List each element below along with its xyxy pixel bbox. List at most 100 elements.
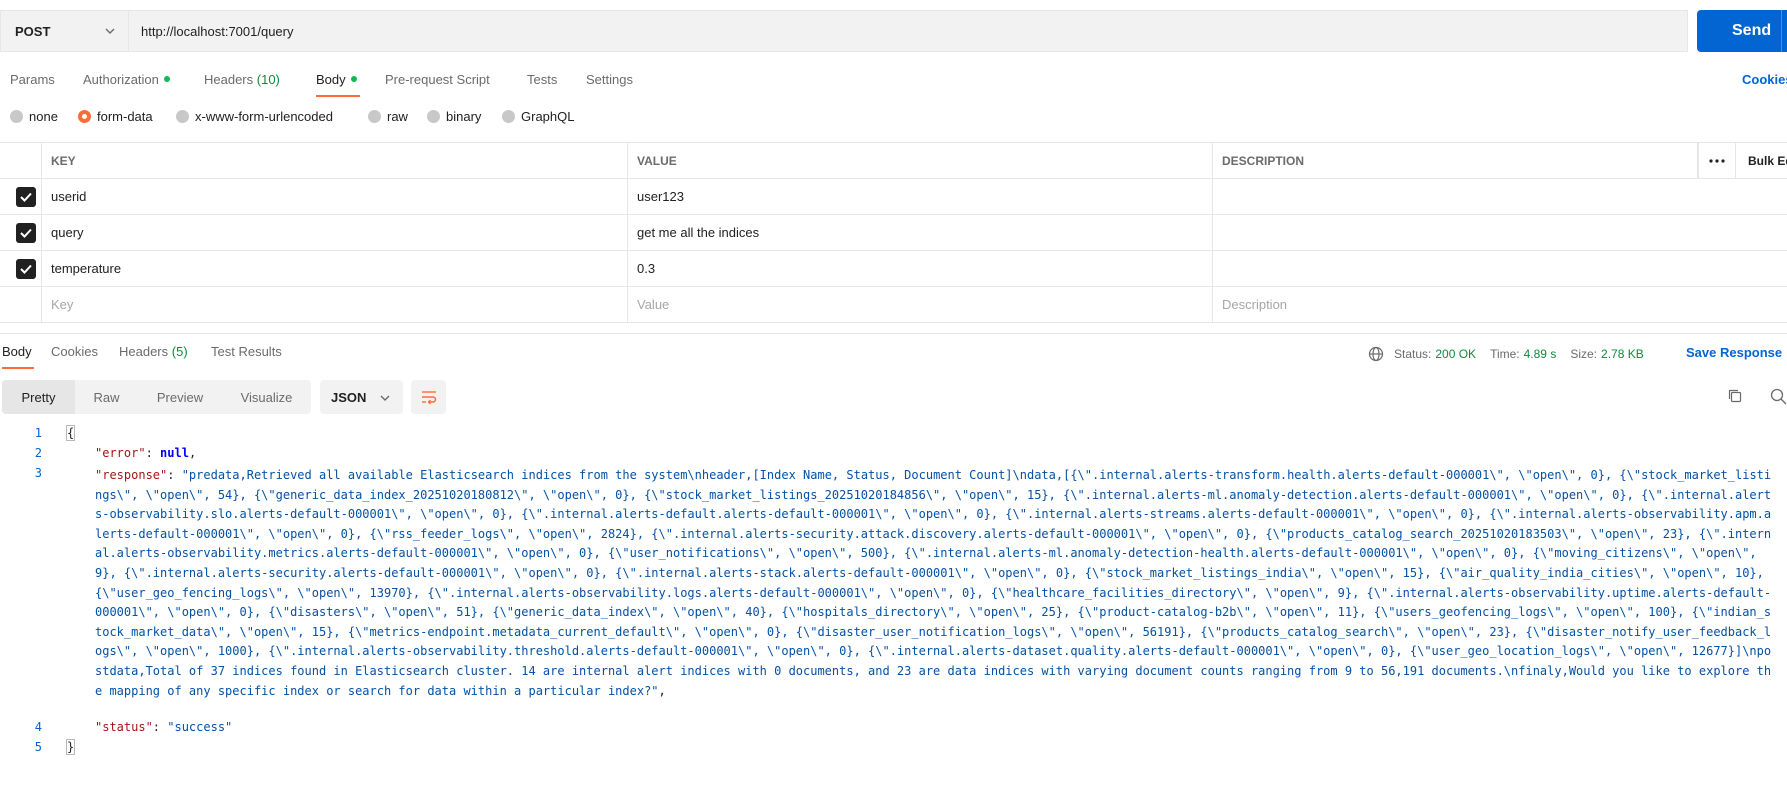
globe-icon[interactable] (1368, 346, 1384, 362)
key-cell[interactable]: query (42, 215, 628, 250)
send-label: Send (1732, 22, 1772, 39)
response-tab-cookies[interactable]: Cookies (51, 344, 98, 359)
format-label: JSON (331, 389, 367, 405)
json-null-value: null (160, 446, 189, 460)
status-value[interactable]: 200 OK (1435, 347, 1476, 361)
value-cell[interactable]: get me all the indices (628, 215, 1213, 250)
tab-label: Params (10, 72, 55, 87)
json-key: "response" (95, 468, 168, 482)
tab-params[interactable]: Params (10, 72, 55, 87)
key-placeholder[interactable]: Key (42, 287, 628, 322)
url-text: http://localhost:7001/query (141, 23, 294, 39)
value-cell[interactable]: user123 (628, 179, 1213, 214)
tab-label: Headers (119, 344, 169, 359)
tab-prerequest-script[interactable]: Pre-request Script (385, 72, 490, 87)
radio-none[interactable]: none (10, 109, 58, 124)
radio-circle-icon (427, 110, 440, 123)
description-cell[interactable] (1213, 179, 1787, 214)
checkbox-checked-icon[interactable] (16, 258, 36, 279)
radio-label: GraphQL (521, 109, 575, 124)
line-number: 1 (34, 426, 42, 440)
checkbox-column-header (0, 143, 42, 178)
save-response-button[interactable]: Save Response (1686, 345, 1782, 360)
send-button[interactable]: Send (1697, 10, 1787, 52)
ellipsis-icon[interactable] (1698, 143, 1736, 178)
description-column-header: DESCRIPTION (1213, 143, 1698, 178)
send-split-divider (1781, 10, 1782, 52)
tab-headers[interactable]: Headers (10) (204, 72, 280, 87)
row-checkbox-cell (0, 287, 42, 322)
description-placeholder[interactable]: Description (1213, 287, 1787, 322)
line-number: 3 (34, 466, 42, 480)
radio-label: x-www-form-urlencoded (195, 109, 333, 124)
key-cell[interactable]: temperature (42, 251, 628, 286)
view-raw[interactable]: Raw (75, 380, 138, 414)
response-divider (0, 333, 1787, 334)
radio-circle-icon (176, 110, 189, 123)
json-open-brace: { (65, 425, 76, 441)
wrap-lines-button[interactable] (411, 380, 446, 414)
response-tab-test-results[interactable]: Test Results (211, 344, 282, 359)
tab-label: Body (316, 72, 346, 87)
tab-label: Pre-request Script (385, 72, 490, 87)
checkbox-checked-icon[interactable] (16, 222, 36, 243)
checkbox-checked-icon[interactable] (16, 186, 36, 207)
response-tab-headers[interactable]: Headers (5) (119, 344, 188, 359)
time-value[interactable]: 4.89 s (1524, 347, 1557, 361)
table-row-new: Key Value Description (0, 287, 1787, 323)
radio-form-data[interactable]: form-data (78, 109, 153, 124)
value-cell[interactable]: 0.3 (628, 251, 1213, 286)
headers-count: (10) (256, 72, 280, 87)
value-placeholder[interactable]: Value (628, 287, 1213, 322)
status-dot-icon (350, 76, 357, 82)
description-cell[interactable] (1213, 215, 1787, 250)
table-row: userid user123 (0, 179, 1787, 215)
view-preview[interactable]: Preview (138, 380, 222, 414)
radio-raw[interactable]: raw (368, 109, 408, 124)
chevron-down-icon (380, 395, 390, 401)
active-tab-indicator (2, 367, 34, 369)
tab-label: Headers (204, 72, 254, 87)
radio-x-www-form-urlencoded[interactable]: x-www-form-urlencoded (176, 109, 333, 124)
view-visualize[interactable]: Visualize (222, 380, 311, 414)
table-header-row: KEY VALUE DESCRIPTION Bulk Edit (0, 143, 1787, 179)
bulk-edit-button[interactable]: Bulk Edit (1748, 143, 1787, 178)
tab-body[interactable]: Body (316, 72, 357, 87)
description-cell[interactable] (1213, 251, 1787, 286)
search-icon[interactable] (1770, 388, 1787, 405)
line-number: 5 (34, 740, 42, 754)
json-key: "error" (95, 446, 146, 460)
value-column-header: VALUE (628, 143, 1213, 178)
tab-settings[interactable]: Settings (586, 72, 633, 87)
response-status-bar: Status: 200 OK Time: 4.89 s Size: 2.78 K… (1368, 345, 1644, 363)
form-data-table: KEY VALUE DESCRIPTION Bulk Edit userid u… (0, 142, 1787, 324)
json-error-line: "error": null, (95, 446, 197, 460)
method-select[interactable]: POST (0, 10, 128, 52)
url-input[interactable]: http://localhost:7001/query (128, 10, 1688, 52)
json-string-value: "predata,Retrieved all available Elastic… (95, 468, 1772, 698)
radio-binary[interactable]: binary (427, 109, 481, 124)
response-tab-body[interactable]: Body (2, 344, 32, 359)
json-response-line: "response": "predata,Retrieved all avail… (95, 468, 1772, 698)
tab-label: Tests (527, 72, 558, 87)
line-number: 4 (34, 720, 42, 734)
tab-tests[interactable]: Tests (527, 72, 557, 87)
radio-circle-icon (10, 110, 23, 123)
size-value[interactable]: 2.78 KB (1601, 347, 1644, 361)
row-checkbox-cell (0, 179, 42, 214)
line-number: 2 (34, 446, 42, 460)
tab-authorization[interactable]: Authorization (83, 72, 170, 87)
radio-graphql[interactable]: GraphQL (502, 109, 574, 124)
view-pretty[interactable]: Pretty (2, 380, 75, 414)
response-headers-count: (5) (171, 344, 188, 359)
method-label: POST (15, 23, 51, 39)
json-key: "status" (95, 720, 153, 734)
chevron-down-icon (105, 28, 115, 34)
format-select[interactable]: JSON (320, 380, 403, 414)
radio-label: form-data (97, 109, 153, 124)
copy-icon[interactable] (1727, 388, 1743, 404)
status-label: Status: (1394, 347, 1432, 361)
request-tabs: Params Authorization Headers (10) Body P… (0, 64, 1787, 98)
key-cell[interactable]: userid (42, 179, 628, 214)
cookies-link[interactable]: Cookies (1742, 72, 1787, 87)
